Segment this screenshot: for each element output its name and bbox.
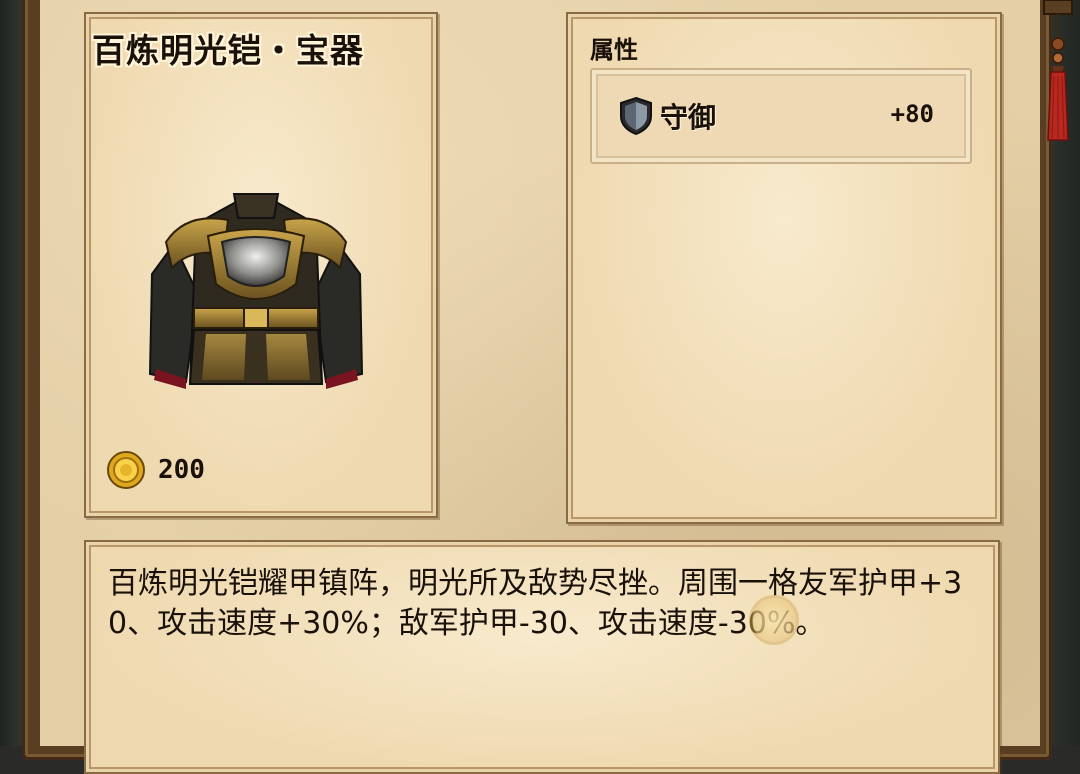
armor-icon	[148, 193, 364, 389]
item-price: 200	[158, 455, 205, 485]
attribute-value: +80	[890, 100, 934, 128]
shield-icon	[620, 96, 652, 136]
background-left	[0, 0, 24, 746]
description-text: 百炼明光铠耀甲镇阵，明光所及敌势尽挫。周围一格友军护甲+30、攻击速度+30%；…	[108, 566, 963, 641]
tassel-decoration	[1043, 0, 1073, 141]
attributes-heading: 属性	[590, 36, 638, 64]
item-title: 百炼明光铠・宝器	[92, 31, 364, 70]
faded-coin-icon	[752, 598, 796, 642]
description-panel: 百炼明光铠耀甲镇阵，明光所及敌势尽挫。周围一格友军护甲+30、攻击速度+30%；…	[84, 540, 1000, 774]
attribute-row-defense: 守御 +80	[590, 68, 972, 164]
attributes-panel: 属性 守御 +80	[566, 12, 1002, 524]
item-panel: 百炼明光铠・宝器 200	[84, 12, 438, 518]
attribute-name: 守御	[660, 101, 717, 134]
gold-coin-icon	[107, 451, 145, 489]
price-row: 200	[106, 450, 205, 490]
